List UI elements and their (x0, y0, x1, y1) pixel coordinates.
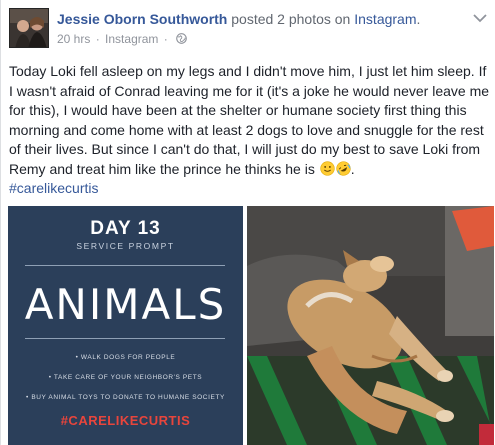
hashtag-link[interactable]: #carelikecurtis (9, 180, 98, 196)
meta-separator-2: · (163, 32, 168, 46)
post-action-text: posted 2 photos on (231, 11, 351, 27)
facebook-post: Jessie Oborn Southworth posted 2 photos … (0, 0, 495, 445)
poster-hashtag: #CARELIKECURTIS (60, 413, 191, 428)
slightly-smiling-face-icon (320, 160, 335, 176)
sleeping-dog-photo[interactable] (247, 206, 494, 445)
instagram-link[interactable]: Instagram (354, 11, 416, 27)
author-name-link[interactable]: Jessie Oborn Southworth (57, 11, 227, 27)
post-timestamp[interactable]: 20 hrs (57, 32, 90, 46)
header-period: . (416, 11, 421, 27)
poster-day: DAY 13 (90, 218, 161, 239)
poster-bullet: • WALK DOGS FOR PEOPLE (75, 354, 176, 361)
poster-divider-bottom (25, 338, 225, 339)
poster-bullet: • BUY ANIMAL TOYS TO DONATE TO HUMANE SO… (26, 394, 225, 401)
author-avatar[interactable] (9, 8, 49, 48)
poster-subtitle: SERVICE PROMPT (76, 241, 175, 251)
post-source[interactable]: Instagram (105, 32, 158, 46)
poster-bullet: • TAKE CARE OF YOUR NEIGHBOR'S PETS (48, 374, 203, 381)
poster-divider-top (25, 265, 225, 266)
poster-headline: ANIMALS (24, 280, 227, 329)
globe-icon[interactable] (176, 33, 187, 44)
meta-separator: · (95, 32, 100, 46)
photo-grid: DAY 13 SERVICE PROMPT ANIMALS • WALK DOG… (8, 206, 494, 445)
poster-bullets: • WALK DOGS FOR PEOPLE • TAKE CARE OF YO… (8, 348, 243, 408)
post-body-text: Today Loki fell asleep on my legs and I … (9, 63, 490, 177)
post-meta: 20 hrs · Instagram · (57, 32, 187, 46)
post-header: Jessie Oborn Southworth posted 2 photos … (57, 11, 420, 27)
chevron-down-icon[interactable] (473, 10, 487, 23)
rolling-on-floor-laughing-icon (336, 160, 351, 176)
poster-photo[interactable]: DAY 13 SERVICE PROMPT ANIMALS • WALK DOG… (8, 206, 243, 445)
post-body: Today Loki fell asleep on my legs and I … (9, 62, 491, 199)
post-body-end: . (350, 160, 355, 177)
